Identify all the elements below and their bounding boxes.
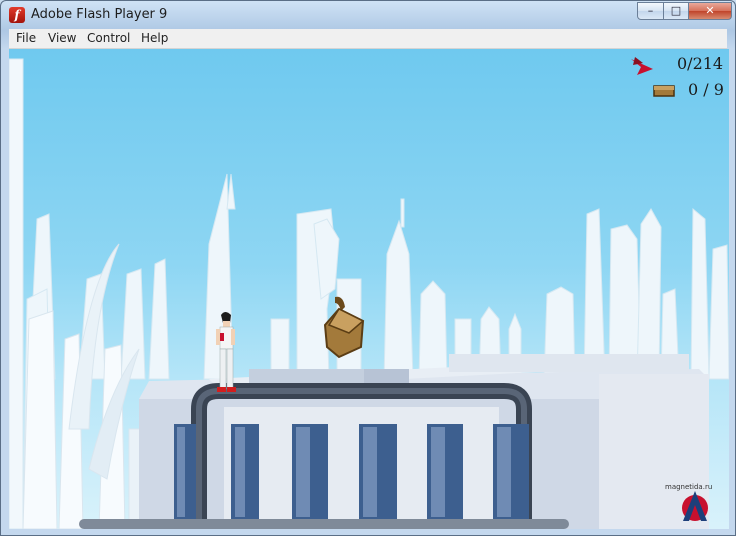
site-watermark: magnetida.ru bbox=[665, 483, 725, 523]
menu-bar: File View Control Help bbox=[9, 29, 727, 49]
close-button[interactable]: ✕ bbox=[688, 2, 732, 20]
game-stage[interactable]: 0/214 0 / 9 magnetida.ru bbox=[9, 49, 729, 529]
minimize-button[interactable]: – bbox=[637, 2, 664, 20]
menu-file[interactable]: File bbox=[16, 31, 36, 45]
maximize-button[interactable]: □ bbox=[663, 2, 689, 20]
window-title: Adobe Flash Player 9 bbox=[31, 7, 168, 22]
bag-counter: 0 / 9 bbox=[688, 80, 724, 99]
runner-counter: 0/214 bbox=[677, 54, 724, 73]
flash-player-window: f Adobe Flash Player 9 – □ ✕ File View C… bbox=[0, 0, 736, 536]
menu-control[interactable]: Control bbox=[87, 31, 130, 45]
title-bar[interactable]: f Adobe Flash Player 9 – □ ✕ bbox=[1, 1, 735, 28]
runner-logo-icon bbox=[631, 57, 653, 75]
rooftop-building bbox=[79, 354, 709, 529]
watermark-logo-icon bbox=[682, 491, 708, 521]
bag-icon bbox=[653, 85, 675, 97]
flash-app-icon: f bbox=[9, 7, 25, 23]
menu-help[interactable]: Help bbox=[141, 31, 168, 45]
game-scene bbox=[9, 58, 729, 529]
menu-view[interactable]: View bbox=[48, 31, 76, 45]
